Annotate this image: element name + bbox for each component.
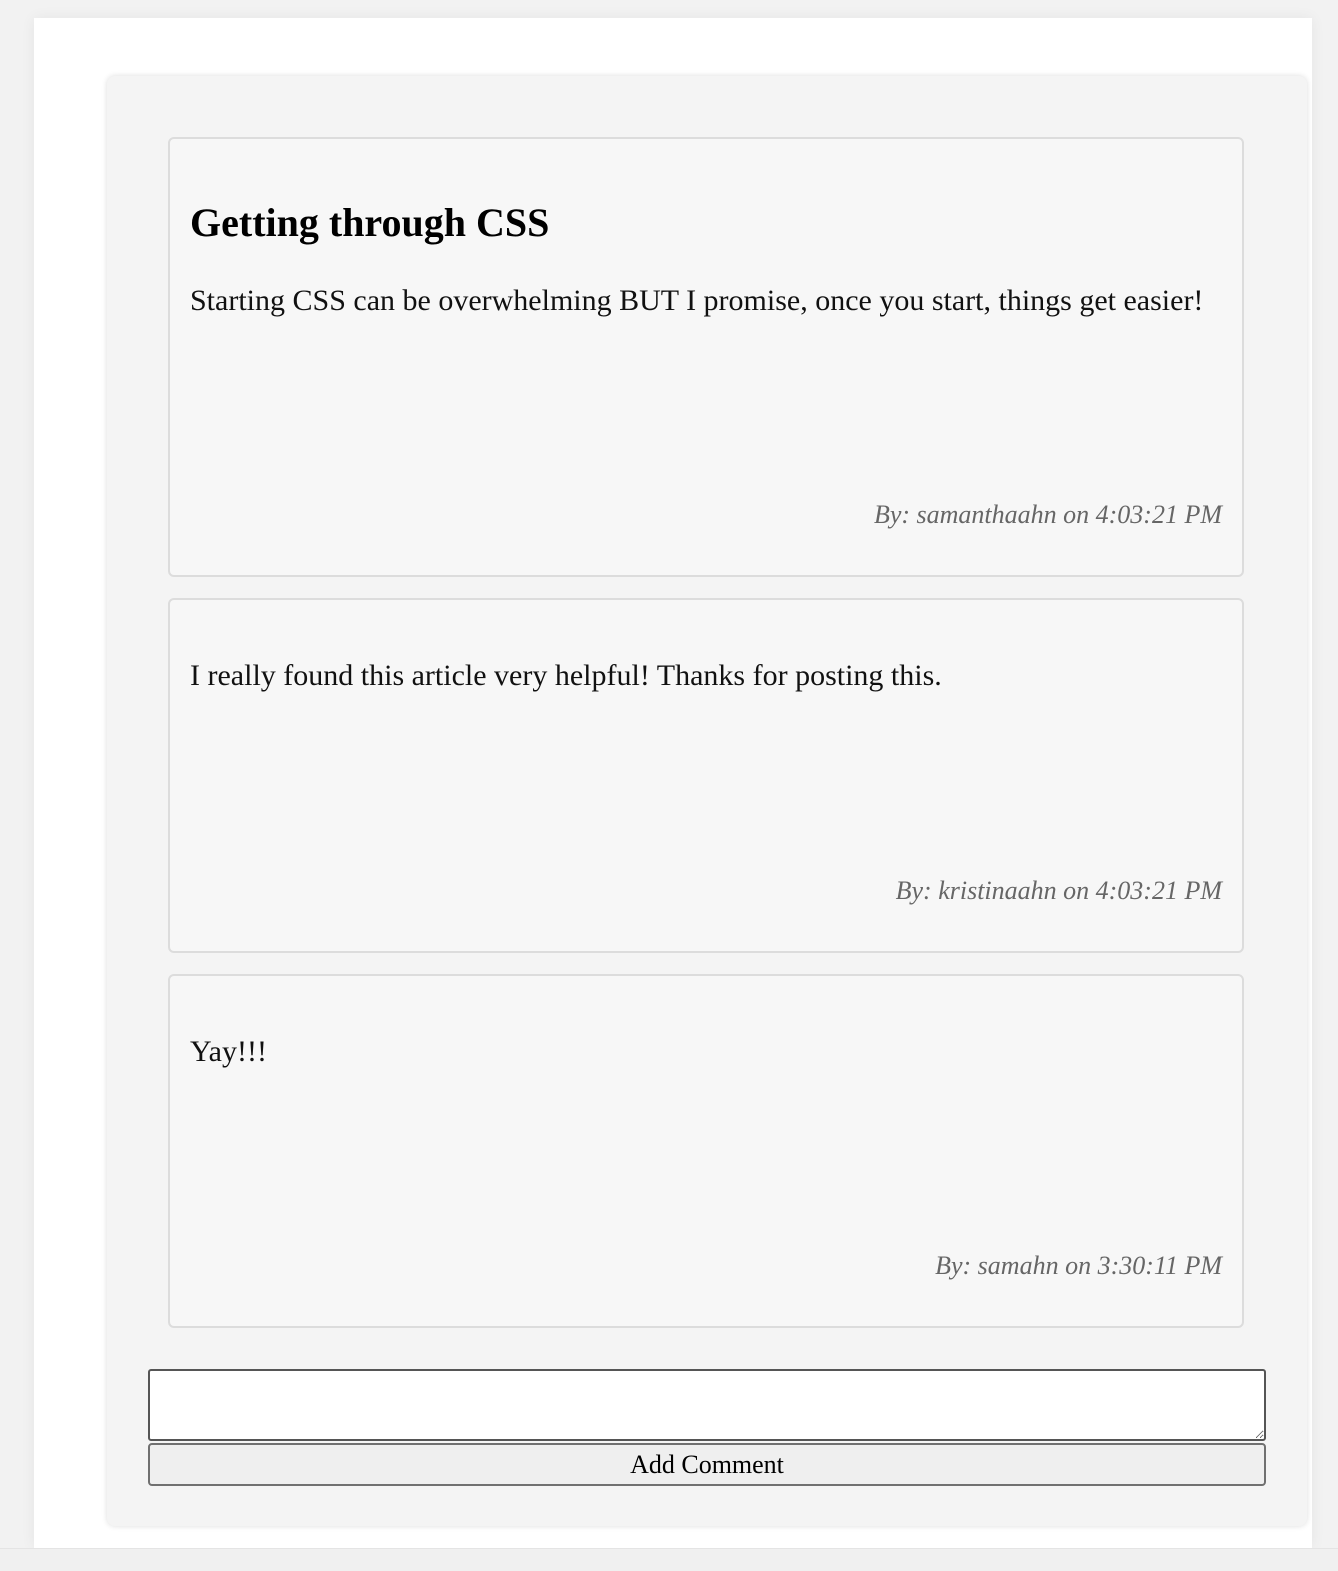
post-panel: Getting through CSS Starting CSS can be … [107,76,1307,1526]
add-comment-button[interactable]: Add Comment [148,1443,1266,1486]
comment-card: Yay!!! By: samahn on 3:30:11 PM [168,974,1244,1328]
comment-input[interactable] [148,1369,1266,1441]
comment-body: Yay!!! [190,1035,267,1068]
page-container: Getting through CSS Starting CSS can be … [34,18,1312,1548]
comment-body: I really found this article very helpful… [190,659,942,692]
comment-card: I really found this article very helpful… [168,598,1244,953]
comment-byline: By: samahn on 3:30:11 PM [935,1251,1222,1280]
post-card: Getting through CSS Starting CSS can be … [168,137,1244,577]
post-title: Getting through CSS [190,200,550,245]
post-body: Starting CSS can be overwhelming BUT I p… [190,284,1204,317]
window-bottom-edge [0,1548,1338,1571]
post-byline: By: samanthaahn on 4:03:21 PM [873,500,1222,529]
comment-byline: By: kristinaahn on 4:03:21 PM [895,876,1222,905]
